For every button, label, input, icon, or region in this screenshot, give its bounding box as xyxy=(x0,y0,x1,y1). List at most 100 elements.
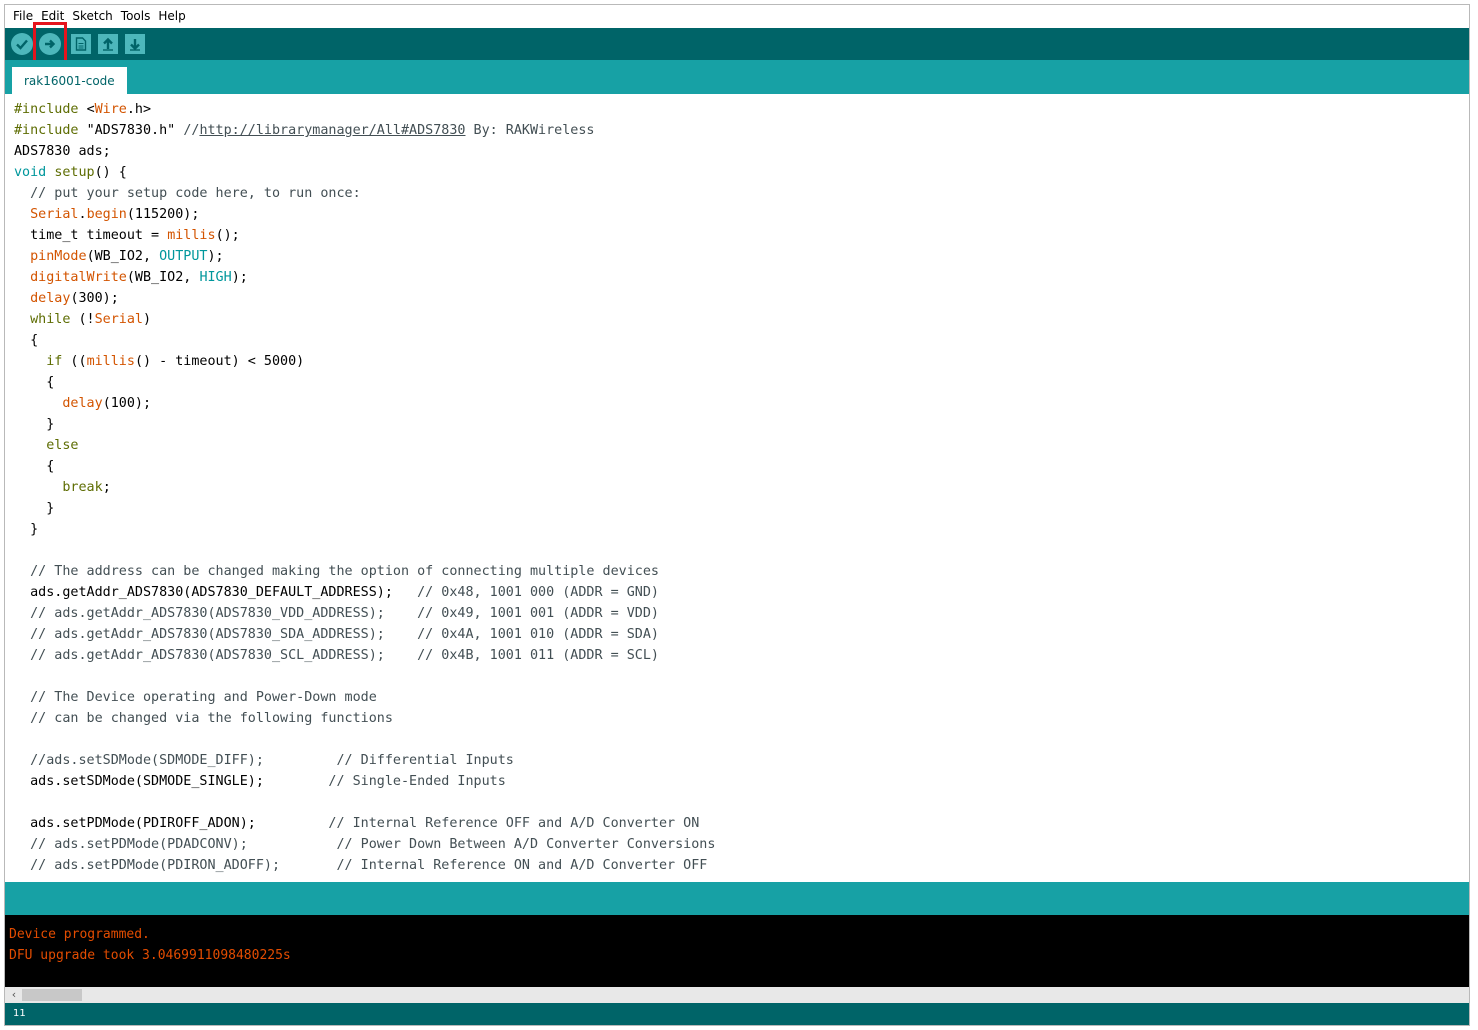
console-line: DFU upgrade took 3.0469911098480225s xyxy=(9,948,291,963)
tab-rak16001-code[interactable]: rak16001-code xyxy=(12,67,127,94)
code-token: < xyxy=(86,102,95,117)
code-token: } xyxy=(14,522,39,537)
code-line[interactable]: } xyxy=(14,414,715,435)
tab-strip: rak16001-code xyxy=(5,60,1469,94)
code-line[interactable]: ads.setSDMode(SDMODE_SINGLE); // Single-… xyxy=(14,771,715,792)
line-number: 11 xyxy=(13,1008,26,1019)
code-token: // The Device operating and Power-Down m… xyxy=(14,690,377,705)
code-token: ads.setPDMode(PDIROFF_ADON); xyxy=(14,816,329,831)
code-token: begin xyxy=(86,207,127,222)
code-line[interactable]: if ((millis() - timeout) < 5000) xyxy=(14,351,715,372)
code-line[interactable]: // ads.getAddr_ADS7830(ADS7830_SCL_ADDRE… xyxy=(14,645,715,666)
code-line[interactable] xyxy=(14,666,715,687)
code-line[interactable]: #include <Wire.h> xyxy=(14,99,715,120)
code-token: delay xyxy=(62,396,103,411)
code-token: millis xyxy=(86,354,135,369)
code-token: ads.getAddr_ADS7830(ADS7830_DEFAULT_ADDR… xyxy=(14,585,418,600)
code-token: // ads.getAddr_ADS7830(ADS7830_SCL_ADDRE… xyxy=(14,648,659,663)
code-link[interactable]: http://librarymanager/All#ADS7830 xyxy=(199,123,465,138)
code-token: OUTPUT xyxy=(159,249,208,264)
code-token: ) xyxy=(143,312,152,327)
code-token: (( xyxy=(62,354,87,369)
menu-tools[interactable]: Tools xyxy=(117,5,155,28)
code-line[interactable]: } xyxy=(14,519,715,540)
code-line[interactable]: // ads.setPDMode(PDADCONV); // Power Dow… xyxy=(14,834,715,855)
code-text[interactable]: #include <Wire.h> #include "ADS7830.h" //… xyxy=(14,99,715,876)
status-bar: 11 xyxy=(5,1003,1469,1025)
code-line[interactable]: void setup() { xyxy=(14,162,715,183)
code-line[interactable]: else xyxy=(14,435,715,456)
code-line[interactable]: ads.setPDMode(PDIROFF_ADON); // Internal… xyxy=(14,813,715,834)
horizontal-scrollbar[interactable]: ‹ xyxy=(5,987,1469,1003)
code-token: millis xyxy=(167,228,216,243)
code-line[interactable]: } xyxy=(14,498,715,519)
code-line[interactable]: // ads.getAddr_ADS7830(ADS7830_VDD_ADDRE… xyxy=(14,603,715,624)
code-line[interactable]: time_t timeout = millis(); xyxy=(14,225,715,246)
code-token: (WB_IO2, xyxy=(126,270,200,285)
code-token: // 0x48, 1001 000 (ADDR = GND) xyxy=(417,585,659,600)
code-token: "ADS7830.h" xyxy=(86,123,184,138)
code-token: #include xyxy=(14,123,87,138)
code-token: ADS7830 ads; xyxy=(14,144,111,159)
code-line[interactable]: digitalWrite(WB_IO2, HIGH); xyxy=(14,267,715,288)
code-token: (! xyxy=(70,312,95,327)
code-line[interactable]: // The Device operating and Power-Down m… xyxy=(14,687,715,708)
code-token: // xyxy=(183,123,200,138)
code-line[interactable]: { xyxy=(14,456,715,477)
code-line[interactable] xyxy=(14,792,715,813)
code-editor[interactable]: #include <Wire.h> #include "ADS7830.h" //… xyxy=(5,94,1469,882)
code-token: () { xyxy=(94,165,127,180)
code-token: ); xyxy=(207,249,224,264)
code-token: // Internal Reference OFF and A/D Conver… xyxy=(328,816,700,831)
code-line[interactable]: // ads.getAddr_ADS7830(ADS7830_SDA_ADDRE… xyxy=(14,624,715,645)
code-line[interactable]: //ads.setSDMode(SDMODE_DIFF); // Differe… xyxy=(14,750,715,771)
code-line[interactable] xyxy=(14,729,715,750)
code-token: () - timeout) < 5000) xyxy=(134,354,305,369)
code-line[interactable]: break; xyxy=(14,477,715,498)
new-sketch-button[interactable] xyxy=(71,34,91,54)
code-line[interactable]: ADS7830 ads; xyxy=(14,141,715,162)
code-line[interactable]: Serial.begin(115200); xyxy=(14,204,715,225)
code-token: void xyxy=(14,165,47,180)
code-token: (300); xyxy=(70,291,119,306)
code-line[interactable]: ads.getAddr_ADS7830(ADS7830_DEFAULT_ADDR… xyxy=(14,582,715,603)
code-line[interactable]: delay(100); xyxy=(14,393,715,414)
code-token: .h> xyxy=(126,102,152,117)
open-button[interactable] xyxy=(98,34,118,54)
arrow-up-icon xyxy=(103,37,113,51)
code-token: // ads.setPDMode(PDADCONV); // Power Dow… xyxy=(14,837,716,852)
code-line[interactable]: // ads.setPDMode(PDIRON_ADOFF); // Inter… xyxy=(14,855,715,876)
code-line[interactable]: { xyxy=(14,330,715,351)
scroll-left-arrow-icon[interactable]: ‹ xyxy=(7,987,21,1003)
code-token: Serial xyxy=(30,207,79,222)
code-line[interactable]: // can be changed via the following func… xyxy=(14,708,715,729)
code-token: ads.setSDMode(SDMODE_SINGLE); xyxy=(14,774,329,789)
menu-help[interactable]: Help xyxy=(154,5,189,28)
menu-sketch[interactable]: Sketch xyxy=(68,5,116,28)
verify-button[interactable] xyxy=(11,33,33,55)
code-line[interactable]: pinMode(WB_IO2, OUTPUT); xyxy=(14,246,715,267)
code-line[interactable]: // put your setup code here, to run once… xyxy=(14,183,715,204)
menu-bar: File Edit Sketch Tools Help xyxy=(5,5,1469,28)
code-line[interactable]: // The address can be changed making the… xyxy=(14,561,715,582)
code-token: time_t timeout = xyxy=(14,228,168,243)
save-button[interactable] xyxy=(125,34,145,54)
editor-console-divider[interactable] xyxy=(5,882,1469,915)
code-token: break xyxy=(62,480,103,495)
code-line[interactable]: while (!Serial) xyxy=(14,309,715,330)
scrollbar-thumb[interactable] xyxy=(22,989,82,1001)
code-line[interactable]: #include "ADS7830.h" //http://libraryman… xyxy=(14,120,715,141)
code-token: ; xyxy=(102,480,111,495)
code-token: { xyxy=(14,459,55,474)
code-line[interactable]: { xyxy=(14,372,715,393)
code-line[interactable] xyxy=(14,540,715,561)
code-token: while xyxy=(30,312,71,327)
code-line[interactable]: delay(300); xyxy=(14,288,715,309)
code-token: // Single-Ended Inputs xyxy=(328,774,506,789)
code-token: setup xyxy=(54,165,95,180)
